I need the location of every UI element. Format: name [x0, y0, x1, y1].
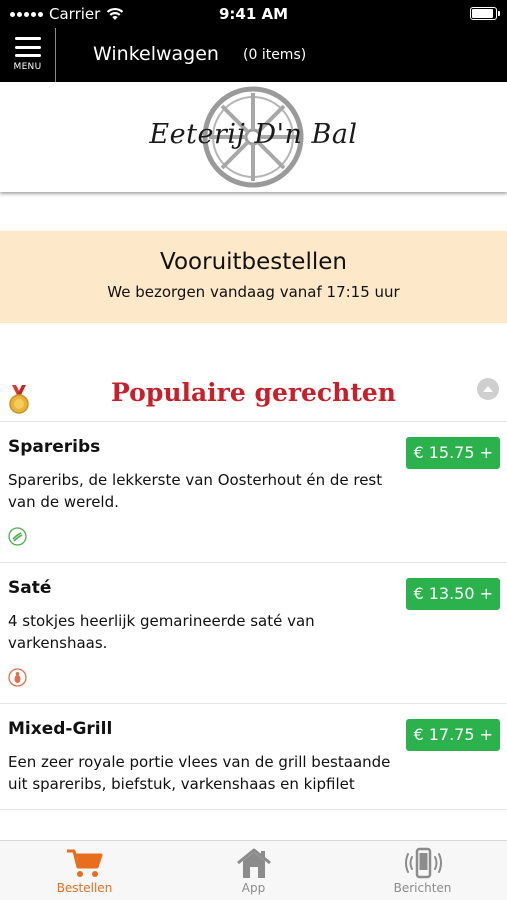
- logo-text: Eeterij D'n Bal: [149, 119, 358, 150]
- tab-bestellen[interactable]: Bestellen: [0, 841, 169, 900]
- banner-subtitle: We bezorgen vandaag vanaf 17:15 uur: [107, 283, 400, 301]
- tab-label: Berichten: [393, 881, 452, 895]
- status-time: 9:41 AM: [218, 5, 289, 23]
- hamburger-icon: [14, 37, 41, 57]
- cart-count[interactable]: (0 items): [243, 47, 306, 63]
- section-title: Populaire gerechten: [111, 378, 396, 407]
- tab-label: App: [241, 881, 266, 895]
- app-header: MENU Winkelwagen (0 items): [0, 28, 507, 82]
- dish-name: Spareribs: [8, 437, 101, 457]
- dish-name: Mixed-Grill: [8, 719, 113, 739]
- tab-label: Bestellen: [56, 881, 113, 895]
- dish-name: Saté: [8, 578, 52, 598]
- collapse-icon[interactable]: [477, 378, 499, 400]
- category-header[interactable]: Populaire gerechten: [0, 372, 507, 422]
- tab-app[interactable]: App: [169, 841, 338, 900]
- cart-title[interactable]: Winkelwagen: [93, 43, 219, 65]
- menu-button[interactable]: MENU: [0, 28, 56, 82]
- dish-item[interactable]: Mixed-Grill Een zeer royale portie vlees…: [0, 705, 507, 810]
- dish-description: Een zeer royale portie vlees van de gril…: [8, 753, 391, 793]
- banner-title: Vooruitbestellen: [160, 249, 347, 275]
- dish-item[interactable]: Spareribs Spareribs, de lekkerste van Oo…: [0, 423, 507, 563]
- menu-label: MENU: [13, 62, 42, 72]
- price-button[interactable]: € 13.50 +: [406, 578, 500, 610]
- pig-icon: [8, 668, 27, 687]
- dish-item[interactable]: Saté 4 stokjes heerlijk gemarineerde sat…: [0, 564, 507, 704]
- price-button[interactable]: € 15.75 +: [406, 437, 500, 469]
- dish-description: Spareribs, de lekkerste van Oosterhout é…: [8, 471, 383, 511]
- spareribs-icon: [8, 527, 27, 546]
- phone-vibrate-icon: [404, 847, 442, 879]
- home-icon: [236, 848, 271, 878]
- dish-description: 4 stokjes heerlijk gemarineerde saté van…: [8, 612, 315, 652]
- bottom-tab-bar: Bestellen App Berichten: [0, 840, 507, 900]
- status-bar: Carrier 9:41 AM: [0, 0, 507, 28]
- price-button[interactable]: € 17.75 +: [406, 719, 500, 751]
- restaurant-logo: Eeterij D'n Bal: [0, 82, 507, 192]
- preorder-banner: Vooruitbestellen We bezorgen vandaag van…: [0, 231, 507, 323]
- tab-berichten[interactable]: Berichten: [338, 841, 507, 900]
- cart-icon: [66, 849, 102, 877]
- battery-icon: [470, 7, 500, 20]
